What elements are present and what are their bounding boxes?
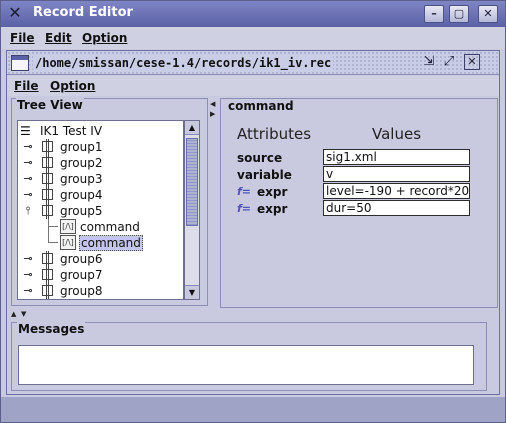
menu-file[interactable]: File <box>10 30 35 46</box>
expand-icon[interactable]: ⊸ <box>22 171 34 187</box>
tree-item-command[interactable]: [/\] command <box>20 219 160 235</box>
tree-item-group5[interactable]: ⫯ group5 <box>20 203 140 219</box>
internal-menu-file-label: File <box>14 79 39 93</box>
iconify-icon[interactable]: ⇲ <box>420 54 438 72</box>
tree-item-group2[interactable]: ⊸ group2 <box>20 155 140 171</box>
tree-item-group1[interactable]: ⊸ group1 <box>20 139 140 155</box>
expand-icon[interactable]: ⊸ <box>22 251 34 267</box>
x-app-icon[interactable]: ✕ <box>6 4 24 22</box>
tree-item-command-selected[interactable]: [/\] command <box>20 227 160 251</box>
menu-option[interactable]: Option <box>82 30 127 46</box>
source-field[interactable]: sig1.xml <box>323 149 470 165</box>
group-icon <box>40 283 56 299</box>
expand-icon[interactable]: ⊸ <box>22 267 34 283</box>
attribute-label-expr: expr <box>257 202 288 216</box>
command-panel-title: command <box>227 99 295 113</box>
tree-item-label: group3 <box>60 172 103 186</box>
tree-item-group8[interactable]: ⊸ group8 <box>20 283 140 299</box>
group-icon <box>40 267 56 283</box>
expand-icon[interactable]: ⊸ <box>22 283 34 299</box>
collapse-icon[interactable]: ⫯ <box>22 203 34 219</box>
messages-area[interactable] <box>18 345 474 385</box>
menu-edit-label: Edit <box>45 31 72 45</box>
tree-item-label: group2 <box>60 156 103 170</box>
tree-item-label: group6 <box>60 252 103 266</box>
tree-view[interactable]: ☰ IK1 Test IV ⊸ group1 ⊸ group2 ⊸ group3… <box>17 120 184 300</box>
window-title: Record Editor <box>33 5 133 20</box>
tree-item-label: group8 <box>60 284 103 298</box>
function-icon: f= <box>237 202 252 215</box>
group-icon <box>40 171 56 187</box>
command-icon: [/\] <box>60 219 76 234</box>
collapse-down-icon[interactable]: ▼ <box>21 310 26 318</box>
command-icon: [/\] <box>60 235 76 250</box>
expr-field-2[interactable]: dur=50 <box>323 200 470 216</box>
window-footer <box>1 397 505 422</box>
tree-view-title: Tree View <box>16 98 84 112</box>
tree-item-label: command <box>80 220 140 234</box>
vertical-splitter[interactable]: ◀ ▶ <box>209 98 219 308</box>
attributes-header: Attributes <box>237 125 312 143</box>
internal-frame-title: /home/smissan/cese-1.4/records/ik1_iv.re… <box>33 55 334 71</box>
group-icon <box>40 251 56 267</box>
tree-item-label: group7 <box>60 268 103 282</box>
attribute-label-source: source <box>237 151 283 165</box>
maximize-button[interactable]: ▢ <box>449 5 469 23</box>
collapse-up-icon[interactable]: ▲ <box>11 310 16 318</box>
internal-menu-option-label: Option <box>50 79 96 93</box>
tree-connector <box>48 227 58 243</box>
tree-connector <box>48 219 58 227</box>
function-icon: f= <box>237 185 252 198</box>
group-icon <box>40 155 56 171</box>
collapse-left-icon[interactable]: ◀ <box>210 100 215 108</box>
group-icon <box>40 203 56 219</box>
window-icon <box>11 55 29 71</box>
group-icon <box>40 139 56 155</box>
scrollbar-thumb[interactable] <box>186 138 198 226</box>
menu-edit[interactable]: Edit <box>45 30 72 46</box>
tree-item-group4[interactable]: ⊸ group4 <box>20 187 140 203</box>
expand-icon[interactable]: ⊸ <box>22 139 34 155</box>
close-frame-icon[interactable]: ✕ <box>464 54 480 70</box>
group-icon <box>40 187 56 203</box>
internal-menu-file[interactable]: File <box>14 78 39 94</box>
scroll-down-icon[interactable]: ▼ <box>185 285 199 299</box>
tree-item-label: group5 <box>60 204 103 218</box>
horizontal-splitter[interactable]: ▲ ▼ <box>7 309 499 319</box>
menu-file-label: File <box>10 31 35 45</box>
tree-root-label: IK1 Test IV <box>40 124 103 138</box>
expr-field-1[interactable]: level=-190 + record*20 <box>323 183 470 199</box>
close-button[interactable]: ✕ <box>478 5 498 23</box>
tree-item-group7[interactable]: ⊸ group7 <box>20 267 140 283</box>
attribute-label-variable: variable <box>237 168 292 182</box>
menu-option-label: Option <box>82 31 128 45</box>
tree-item-label: group4 <box>60 188 103 202</box>
messages-title: Messages <box>17 322 86 336</box>
maximize-frame-icon[interactable]: ⤢ <box>440 54 458 72</box>
values-header: Values <box>372 125 422 143</box>
tree-item-group3[interactable]: ⊸ group3 <box>20 171 140 187</box>
tree-item-group6[interactable]: ⊸ group6 <box>20 251 140 267</box>
internal-menu-option[interactable]: Option <box>50 78 95 94</box>
scroll-up-icon[interactable]: ▲ <box>185 121 199 135</box>
menu-bar <box>1 27 505 49</box>
expand-icon[interactable]: ⊸ <box>22 155 34 171</box>
tree-item-label: command <box>79 235 143 251</box>
list-icon: ☰ <box>20 124 31 138</box>
tree-item-label: group1 <box>60 140 103 154</box>
variable-field[interactable]: v <box>323 166 470 182</box>
collapse-right-icon[interactable]: ▶ <box>210 110 215 118</box>
minimize-button[interactable]: – <box>424 5 444 23</box>
attribute-label-expr: expr <box>257 185 288 199</box>
expand-icon[interactable]: ⊸ <box>22 187 34 203</box>
